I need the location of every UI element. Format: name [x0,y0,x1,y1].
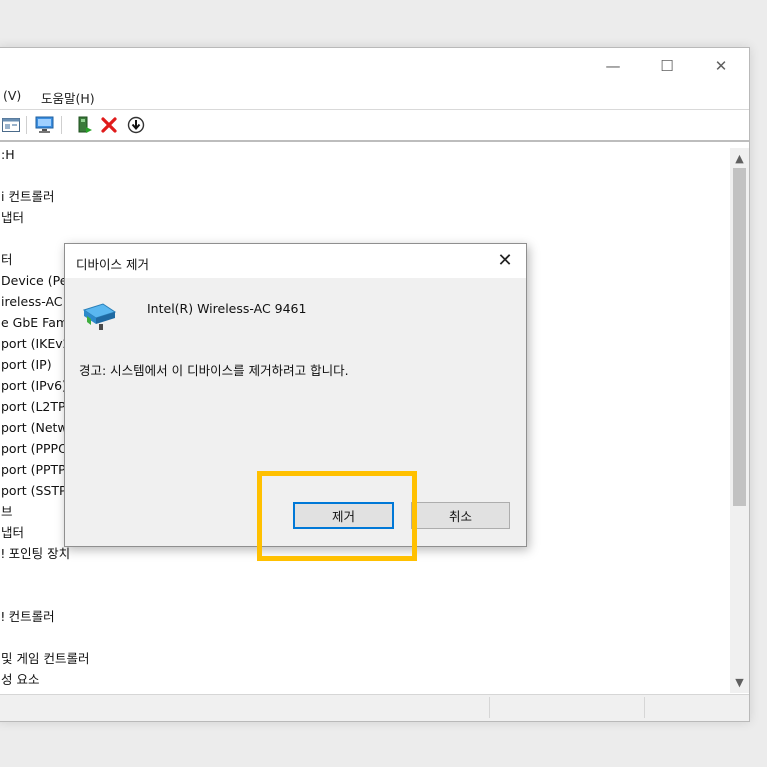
update-driver-icon[interactable] [126,115,146,135]
tree-item[interactable]: port (PPPO [1,438,68,459]
dialog-close-icon[interactable]: ✕ [492,248,518,274]
properties-icon[interactable] [1,115,21,135]
enable-device-icon[interactable] [75,115,95,135]
tree-item[interactable]: port (IKEv2 [1,333,71,354]
scan-hardware-icon[interactable] [35,115,55,135]
toolbar-separator [26,116,27,134]
status-bar [0,694,749,721]
cancel-button[interactable]: 취소 [411,502,510,529]
tree-item[interactable]: Device (Per [1,270,73,291]
status-divider [644,697,645,718]
uninstall-device-icon[interactable] [99,115,119,135]
tree-item[interactable]: 브 [1,501,13,522]
tree-item[interactable]: 냅터 [1,522,24,543]
tree-item[interactable]: port (SSTP) [1,480,71,501]
highlight-box [257,471,417,561]
menu-help[interactable]: 도움말(H) [41,88,95,107]
maximize-button[interactable]: ☐ [652,56,682,76]
tree-item[interactable]: port (Netw [1,417,68,438]
close-button[interactable]: ✕ [706,56,736,76]
dialog-title: 디바이스 제거 [76,257,149,272]
minimize-button[interactable]: — [598,56,628,76]
scroll-up-icon[interactable]: ▲ [730,150,749,167]
toolbar [0,109,749,142]
tree-item[interactable]: 및 게임 컨트롤러 [1,648,89,669]
tree-item[interactable]: :H [1,144,15,165]
tree-item[interactable]: ǃ 컨트롤러 [1,606,55,627]
network-adapter-icon [81,300,119,334]
tree-item[interactable]: port (IP) [1,354,52,375]
menu-view[interactable]: (V) [3,88,21,103]
status-divider [489,697,490,718]
vertical-scrollbar[interactable]: ▲ ▼ [730,148,749,693]
tree-item[interactable]: 냅터 [1,207,24,228]
dialog-title-bar: 디바이스 제거 ✕ [65,244,526,278]
toolbar-separator [61,116,62,134]
tree-item[interactable]: ⅰ 컨트롤러 [1,186,54,207]
tree-item[interactable]: 터 [1,249,13,270]
warning-message: 경고: 시스템에서 이 디바이스를 제거하려고 합니다. [79,363,349,378]
scrollbar-thumb[interactable] [733,168,746,506]
tree-item[interactable]: port (PPTP) [1,459,71,480]
tree-item[interactable]: port (IPv6) [1,375,67,396]
device-name: Intel(R) Wireless-AC 9461 [147,301,307,316]
tree-item[interactable]: 성 요소 [1,669,39,690]
title-bar: — ☐ ✕ [0,48,749,84]
scroll-down-icon[interactable]: ▼ [730,674,749,691]
tree-item[interactable]: ǃ 포인팅 장치 [1,543,70,564]
menu-bar: (V) 도움말(H) [0,84,749,108]
tree-item[interactable]: port (L2TP) [1,396,70,417]
tree-item[interactable]: e GbE Fam [1,312,68,333]
